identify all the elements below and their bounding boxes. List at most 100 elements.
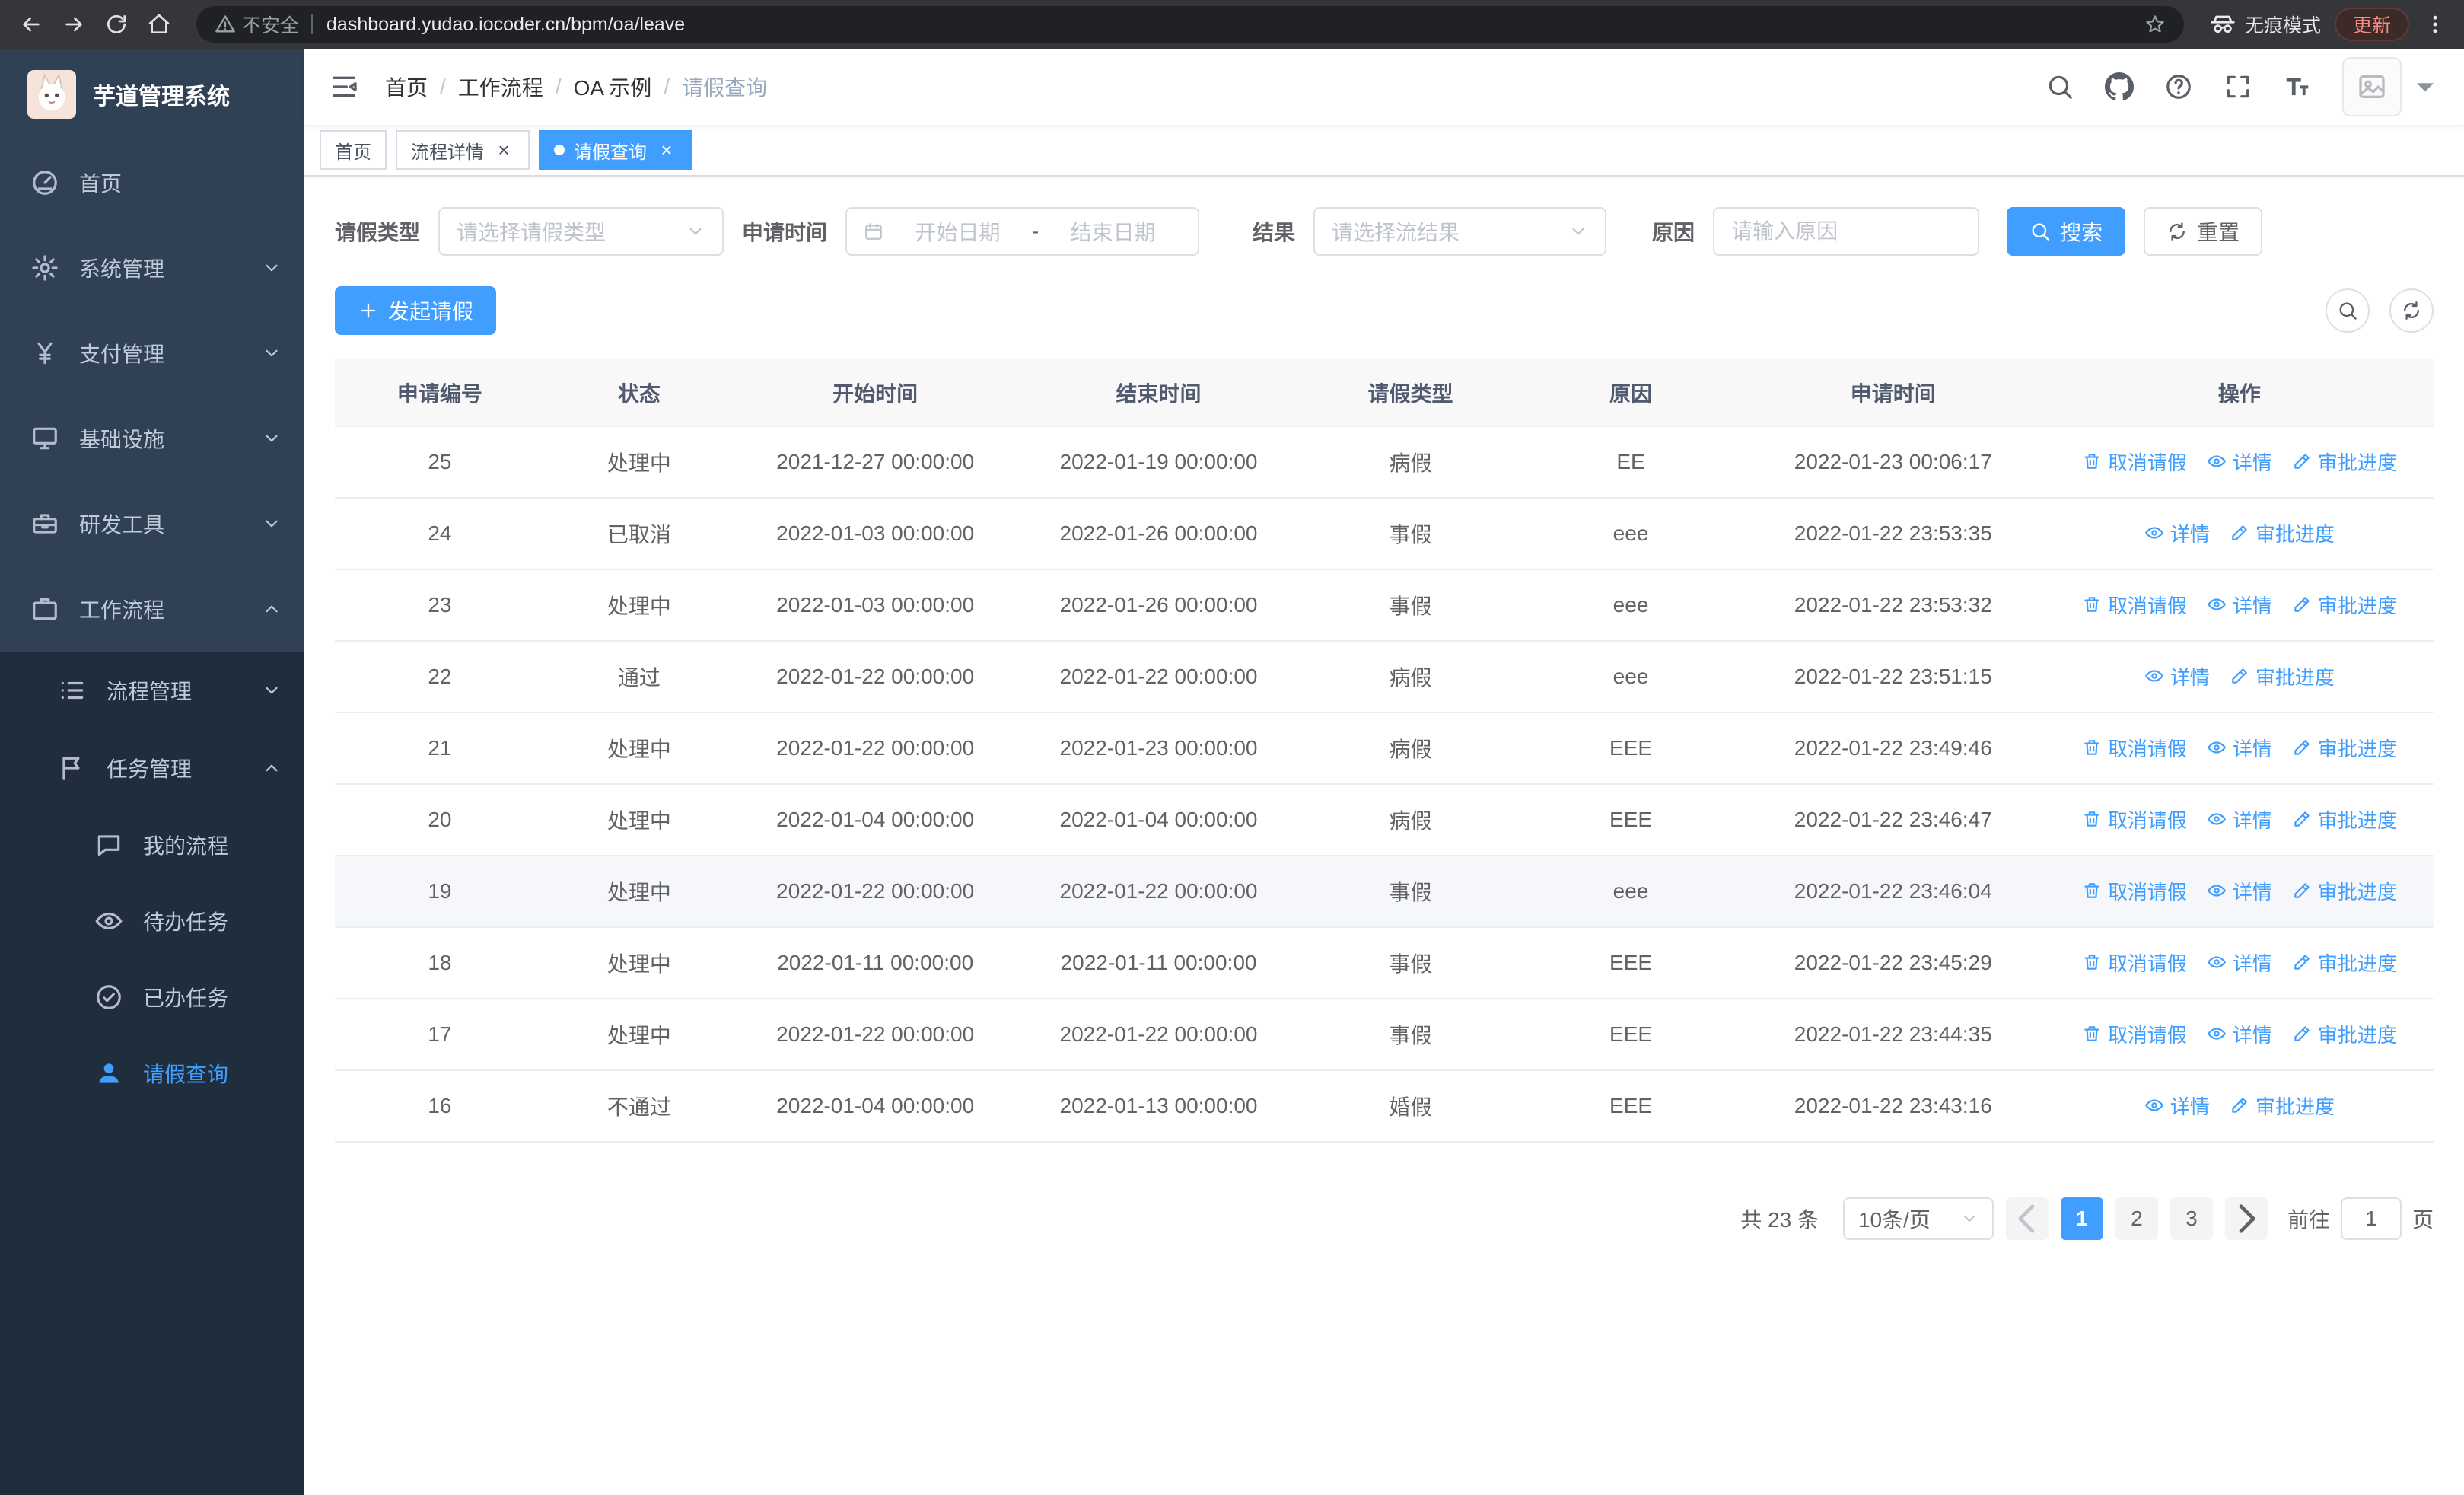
reason-input[interactable] [1714, 209, 1979, 254]
eye-icon [2144, 1095, 2164, 1115]
browser-menu-button[interactable] [2420, 8, 2450, 41]
toggle-search-button[interactable] [2326, 288, 2370, 333]
action-detail-link[interactable]: 详情 [2144, 662, 2210, 690]
incognito-icon [2210, 11, 2236, 37]
page-button-3[interactable]: 3 [2170, 1197, 2213, 1240]
breadcrumb-item[interactable]: 首页 [385, 72, 428, 102]
reload-button[interactable] [99, 7, 134, 42]
header-search-icon[interactable] [2045, 72, 2074, 101]
tab-process-detail[interactable]: 流程详情 × [396, 130, 530, 170]
breadcrumb-item[interactable]: OA 示例 [574, 72, 652, 102]
action-cancel-link[interactable]: 取消请假 [2082, 734, 2187, 762]
sidebar-item-workflow[interactable]: 工作流程 [0, 566, 304, 652]
app-logo[interactable]: 芋道管理系统 [0, 49, 304, 140]
cell-start: 2022-01-22 00:00:00 [734, 856, 1017, 928]
page-button-1[interactable]: 1 [2060, 1197, 2103, 1240]
action-cancel-link[interactable]: 取消请假 [2082, 448, 2187, 476]
dashboard-icon [30, 168, 59, 197]
action-detail-link[interactable]: 详情 [2207, 805, 2272, 834]
sidebar-item-process-mgmt[interactable]: 流程管理 [0, 652, 304, 729]
action-detail-link[interactable]: 详情 [2207, 591, 2272, 619]
action-detail-link[interactable]: 详情 [2207, 734, 2272, 762]
cell-reason: eee [1520, 569, 1741, 642]
refresh-table-button[interactable] [2389, 288, 2434, 333]
forward-button[interactable] [56, 7, 91, 42]
action-label: 审批进度 [2317, 808, 2397, 832]
action-progress-link[interactable]: 审批进度 [2230, 1092, 2335, 1120]
update-button[interactable]: 更新 [2334, 8, 2409, 41]
fullscreen-icon[interactable] [2224, 72, 2252, 101]
back-button[interactable] [14, 7, 49, 42]
goto-page-input[interactable] [2340, 1197, 2402, 1240]
end-date-placeholder[interactable]: 结束日期 [1045, 216, 1181, 247]
action-detail-link[interactable]: 详情 [2144, 519, 2210, 547]
create-leave-button[interactable]: 发起请假 [335, 286, 497, 335]
sidebar-item-done-task[interactable]: 已办任务 [0, 959, 304, 1035]
omnibox-divider [311, 14, 314, 34]
security-label[interactable]: 不安全 [242, 11, 299, 38]
sidebar-item-todo-task[interactable]: 待办任务 [0, 883, 304, 959]
font-size-icon[interactable] [2283, 72, 2312, 101]
help-icon[interactable] [2164, 72, 2193, 101]
action-progress-link[interactable]: 审批进度 [2292, 448, 2397, 476]
sidebar-item-devtools[interactable]: 研发工具 [0, 481, 304, 566]
bookmark-star-icon[interactable] [2144, 14, 2166, 35]
tags-view: 首页 流程详情 × 请假查询 × [304, 125, 2464, 177]
table-row: 25 处理中 2021-12-27 00:00:00 2022-01-19 00:00… [335, 426, 2434, 499]
tab-home[interactable]: 首页 [320, 130, 387, 170]
action-detail-link[interactable]: 详情 [2144, 1092, 2210, 1120]
action-progress-link[interactable]: 审批进度 [2292, 805, 2397, 834]
start-date-placeholder[interactable]: 开始日期 [890, 216, 1026, 247]
action-cancel-link[interactable]: 取消请假 [2082, 805, 2187, 834]
page-size-select[interactable]: 10条/页 [1842, 1197, 1994, 1240]
tab-leave-query[interactable]: 请假查询 × [539, 130, 692, 170]
table-row: 16 不通过 2022-01-04 00:00:00 2022-01-13 00:00… [335, 1070, 2434, 1143]
action-progress-link[interactable]: 审批进度 [2292, 877, 2397, 905]
action-cancel-link[interactable]: 取消请假 [2082, 1020, 2187, 1048]
sidebar-item-leave-query[interactable]: 请假查询 [0, 1035, 304, 1111]
breadcrumb-item: 请假查询 [682, 76, 768, 100]
action-progress-link[interactable]: 审批进度 [2292, 734, 2397, 762]
sidebar-item-my-process[interactable]: 我的流程 [0, 807, 304, 883]
sidebar-item-system[interactable]: 系统管理 [0, 225, 304, 311]
prev-page-button[interactable] [2005, 1197, 2049, 1240]
sidebar-item-infrastructure[interactable]: 基础设施 [0, 396, 304, 481]
breadcrumb-item[interactable]: 工作流程 [458, 72, 543, 102]
action-progress-link[interactable]: 审批进度 [2230, 519, 2335, 547]
sidebar-item-task-mgmt[interactable]: 任务管理 [0, 729, 304, 807]
collapse-menu-icon[interactable] [329, 72, 359, 102]
home-button[interactable] [142, 7, 177, 42]
next-page-button[interactable] [2224, 1197, 2268, 1240]
leave-type-select[interactable]: 请选择请假类型 [438, 207, 724, 256]
github-icon[interactable] [2105, 72, 2134, 101]
reset-button[interactable]: 重置 [2144, 207, 2263, 256]
apply-time-range-picker[interactable]: 开始日期 - 结束日期 [845, 207, 1200, 256]
action-detail-link[interactable]: 详情 [2207, 1020, 2272, 1048]
sidebar-item-home[interactable]: 首页 [0, 140, 304, 225]
cell-type: 事假 [1300, 927, 1521, 999]
tab-close-icon[interactable]: × [493, 139, 514, 161]
chevron-down-icon [686, 222, 705, 241]
sidebar-item-payment[interactable]: 支付管理 [0, 311, 304, 396]
monitor-icon [30, 424, 59, 453]
action-detail-link[interactable]: 详情 [2207, 948, 2272, 977]
action-cancel-link[interactable]: 取消请假 [2082, 591, 2187, 619]
action-cancel-link[interactable]: 取消请假 [2082, 948, 2187, 977]
result-select[interactable]: 请选择流结果 [1313, 207, 1607, 256]
action-progress-link[interactable]: 审批进度 [2230, 662, 2335, 690]
action-detail-link[interactable]: 详情 [2207, 877, 2272, 905]
page-button-2[interactable]: 2 [2115, 1197, 2158, 1240]
action-detail-link[interactable]: 详情 [2207, 448, 2272, 476]
done-icon [94, 983, 123, 1012]
avatar-caret-icon[interactable] [2411, 72, 2440, 101]
omnibox[interactable]: 不安全 dashboard.yudao.iocoder.cn/bpm/oa/le… [196, 6, 2184, 43]
user-menu[interactable] [2342, 57, 2440, 116]
action-progress-link[interactable]: 审批进度 [2292, 948, 2397, 977]
avatar[interactable] [2342, 57, 2402, 116]
search-button[interactable]: 搜索 [2007, 207, 2126, 256]
action-cancel-link[interactable]: 取消请假 [2082, 877, 2187, 905]
action-progress-link[interactable]: 审批进度 [2292, 591, 2397, 619]
url-text[interactable]: dashboard.yudao.iocoder.cn/bpm/oa/leave [326, 14, 2144, 36]
tab-close-icon[interactable]: × [656, 139, 677, 161]
action-progress-link[interactable]: 审批进度 [2292, 1020, 2397, 1048]
